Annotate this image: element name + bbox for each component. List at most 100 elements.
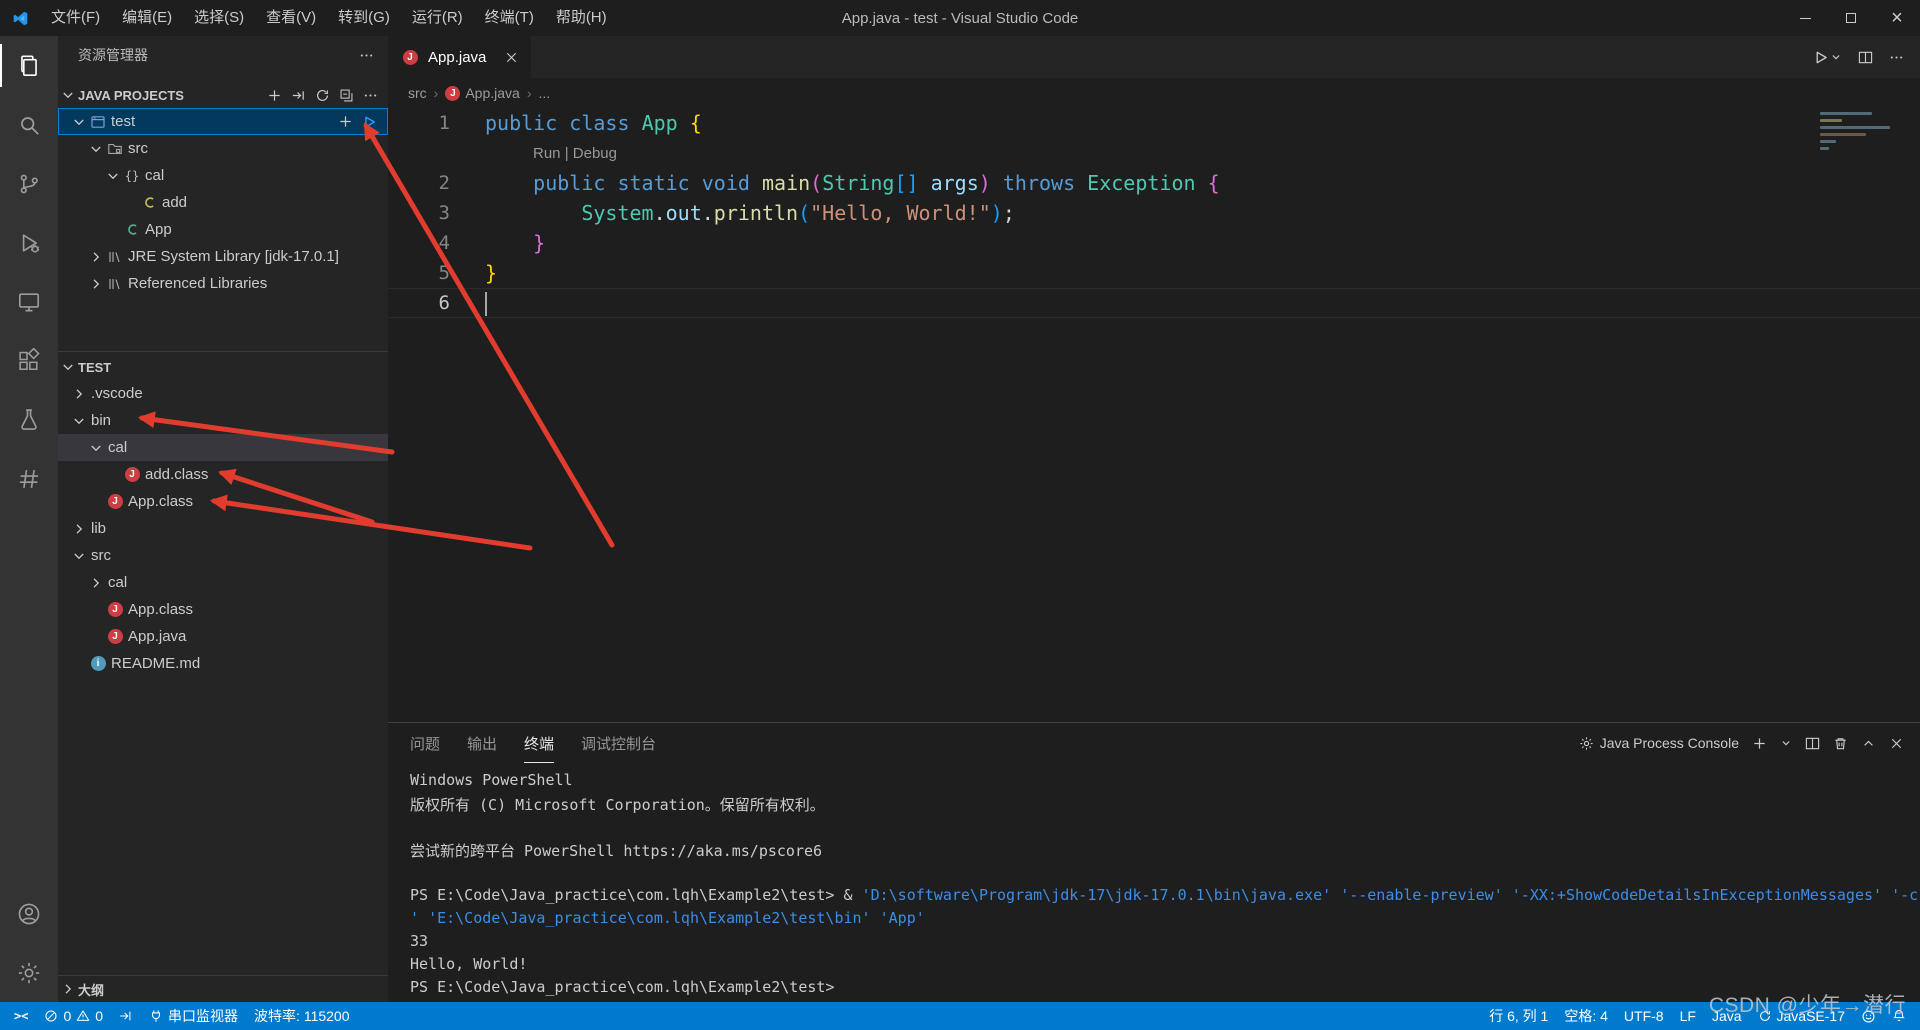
editor-more-actions-icon[interactable] <box>1889 50 1904 65</box>
menu-item-1[interactable]: 编辑(E) <box>111 0 183 36</box>
status-eol[interactable]: LF <box>1672 1002 1704 1030</box>
export-icon[interactable] <box>291 88 306 103</box>
maximize-button[interactable] <box>1828 0 1874 36</box>
java-project-item-referenced-libraries[interactable]: Referenced Libraries <box>58 270 388 297</box>
close-button[interactable]: × <box>1874 0 1920 36</box>
line-number[interactable]: 2 <box>388 172 450 194</box>
test-explorer-item-app.class[interactable]: JApp.class <box>58 596 388 623</box>
status-baud-rate[interactable]: 波特率: 115200 <box>246 1002 357 1030</box>
remote-explorer-icon[interactable] <box>0 272 58 331</box>
menu-item-4[interactable]: 转到(G) <box>327 0 401 36</box>
menu-item-6[interactable]: 终端(T) <box>474 0 545 36</box>
new-terminal-icon[interactable] <box>1752 736 1767 751</box>
line-number[interactable]: 1 <box>388 112 450 134</box>
status-remote[interactable]: >< <box>6 1002 36 1030</box>
test-explorer-item-readme.md[interactable]: iREADME.md <box>58 650 388 677</box>
menu-item-3[interactable]: 查看(V) <box>255 0 327 36</box>
breadcrumb-item-2[interactable]: ... <box>539 85 551 101</box>
test-explorer-item-app.class[interactable]: JApp.class <box>58 488 388 515</box>
test-explorer-item-cal[interactable]: cal <box>58 434 388 461</box>
java-project-item-src[interactable]: src <box>58 135 388 162</box>
chevron-right-icon[interactable] <box>70 386 88 402</box>
refresh-icon[interactable] <box>315 88 330 103</box>
line-number[interactable]: 6 <box>388 292 450 314</box>
panel-tab-3[interactable]: 调试控制台 <box>581 723 656 763</box>
chevron-down-icon[interactable] <box>70 548 88 564</box>
test-explorer-item-app.java[interactable]: JApp.java <box>58 623 388 650</box>
chevron-right-icon[interactable] <box>58 981 78 997</box>
minimize-button[interactable] <box>1782 0 1828 36</box>
status-indentation[interactable]: 空格: 4 <box>1556 1002 1616 1030</box>
menu-item-2[interactable]: 选择(S) <box>183 0 255 36</box>
kill-terminal-icon[interactable] <box>1833 736 1848 751</box>
close-tab-icon[interactable] <box>504 50 519 65</box>
platformio-icon[interactable] <box>0 449 58 508</box>
status-encoding[interactable]: UTF-8 <box>1616 1002 1672 1030</box>
explorer-more-actions-icon[interactable] <box>359 48 374 63</box>
collapse-icon[interactable] <box>339 88 354 103</box>
settings-icon[interactable] <box>0 943 58 1002</box>
codelens-link[interactable]: Debug <box>573 145 617 162</box>
extensions-icon[interactable] <box>0 331 58 390</box>
test-explorer-item-lib[interactable]: lib <box>58 515 388 542</box>
line-number[interactable]: 3 <box>388 202 450 224</box>
chevron-down-icon[interactable] <box>58 359 78 375</box>
status-problems[interactable]: 00 <box>36 1002 111 1030</box>
java-project-item-cal[interactable]: {}cal <box>58 162 388 189</box>
test-explorer-item-add.class[interactable]: Jadd.class <box>58 461 388 488</box>
java-project-item-app[interactable]: App <box>58 216 388 243</box>
status-upload[interactable] <box>111 1002 141 1030</box>
chevron-down-icon[interactable] <box>70 114 88 130</box>
tab-app-java[interactable]: J App.java <box>388 36 531 78</box>
test-explorer-item-bin[interactable]: bin <box>58 407 388 434</box>
close-panel-icon[interactable] <box>1889 736 1904 751</box>
java-project-item-jre-system-library-jdk-17.0.1-[interactable]: JRE System Library [jdk-17.0.1] <box>58 243 388 270</box>
terminal-dropdown-icon[interactable] <box>1780 737 1792 749</box>
account-icon[interactable] <box>0 884 58 943</box>
chevron-right-icon[interactable] <box>87 276 105 292</box>
status-cursor-position[interactable]: 行 6, 列 1 <box>1481 1002 1556 1030</box>
menu-item-7[interactable]: 帮助(H) <box>545 0 618 36</box>
panel-tab-1[interactable]: 输出 <box>467 723 497 763</box>
test-explorer-item-.vscode[interactable]: .vscode <box>58 380 388 407</box>
codelens-link[interactable]: Run <box>533 145 561 162</box>
panel-tab-0[interactable]: 问题 <box>410 723 440 763</box>
maximize-panel-icon[interactable] <box>1861 736 1876 751</box>
breadcrumb-item-1[interactable]: JApp.java <box>445 85 519 101</box>
chevron-right-icon[interactable] <box>87 249 105 265</box>
java-projects-header[interactable]: JAVA PROJECTS <box>58 82 388 108</box>
outline-section-header[interactable]: 大纲 <box>58 975 388 1002</box>
menu-item-0[interactable]: 文件(F) <box>40 0 111 36</box>
chevron-down-icon[interactable] <box>104 168 122 184</box>
java-project-item-add[interactable]: add <box>58 189 388 216</box>
terminal-picker[interactable]: Java Process Console <box>1579 735 1739 751</box>
testing-icon[interactable] <box>0 390 58 449</box>
terminal-output[interactable]: Windows PowerShell版权所有 (C) Microsoft Cor… <box>388 763 1920 1002</box>
chevron-right-icon[interactable] <box>87 575 105 591</box>
split-editor-icon[interactable] <box>1858 50 1873 65</box>
menu-item-5[interactable]: 运行(R) <box>401 0 474 36</box>
split-terminal-icon[interactable] <box>1805 736 1820 751</box>
panel-tab-2[interactable]: 终端 <box>524 723 554 763</box>
status-serial-monitor[interactable]: 串口监视器 <box>141 1002 246 1030</box>
plus-button[interactable] <box>338 114 353 129</box>
plus-icon[interactable] <box>267 88 282 103</box>
line-number[interactable]: 5 <box>388 262 450 284</box>
chevron-down-icon[interactable] <box>70 413 88 429</box>
code-editor[interactable]: 1public class App {Run | Debug2 public s… <box>388 108 1920 722</box>
chevron-down-icon[interactable] <box>58 87 78 103</box>
line-number[interactable]: 4 <box>388 232 450 254</box>
more-icon[interactable] <box>363 88 378 103</box>
test-explorer-item-src[interactable]: src <box>58 542 388 569</box>
explorer-icon[interactable] <box>0 36 58 95</box>
minimap[interactable] <box>1820 112 1904 154</box>
source-control-icon[interactable] <box>0 154 58 213</box>
chevron-down-icon[interactable] <box>87 440 105 456</box>
chevron-down-icon[interactable] <box>87 141 105 157</box>
run-button[interactable] <box>362 115 376 129</box>
test-folder-header[interactable]: TEST <box>58 354 388 380</box>
run-java-button[interactable] <box>1813 50 1842 65</box>
chevron-right-icon[interactable] <box>70 521 88 537</box>
java-project-item-test[interactable]: test <box>58 108 388 135</box>
run-debug-icon[interactable] <box>0 213 58 272</box>
